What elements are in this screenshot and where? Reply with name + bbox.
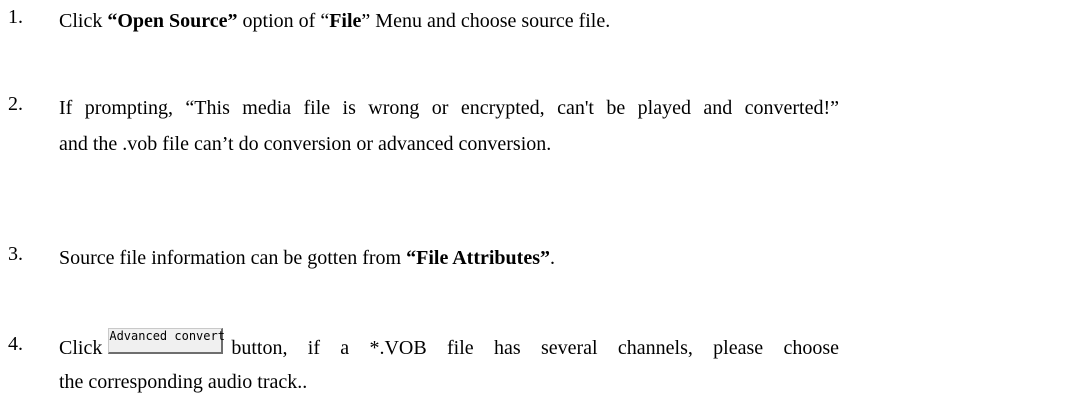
click-word: Click: [59, 337, 103, 359]
step-text: Source file information can be gotten fr…: [59, 243, 839, 273]
step-text: Click “Open Source” option of “File” Men…: [59, 6, 839, 36]
text-fragment: ClickAdvanced convert: [59, 328, 229, 363]
step-line: Source file information can be gotten fr…: [59, 243, 839, 273]
step-line: If prompting, “This media file is wrong …: [59, 97, 839, 119]
step-line: and the .vob file can’t do conversion or…: [59, 133, 552, 155]
step-line: Click “Open Source” option of “File” Men…: [59, 6, 839, 36]
text-fragment: option of “: [237, 10, 330, 32]
step-number: 2.: [8, 93, 23, 115]
bold-text: “File Attributes”: [406, 247, 550, 269]
step-line: the corresponding audio track..: [59, 371, 308, 393]
step-number: 4.: [8, 333, 23, 355]
step-number: 3.: [8, 243, 23, 265]
text-fragment: Source file information can be gotten fr…: [59, 247, 407, 269]
step-text: ClickAdvanced convert button, if a *.VOB…: [59, 328, 839, 397]
step-line: ClickAdvanced convert button, if a *.VOB…: [59, 328, 839, 363]
advanced-convert-button[interactable]: Advanced convert: [108, 328, 225, 355]
bold-text: File: [329, 10, 362, 32]
text-fragment: ” Menu and choose source file.: [361, 10, 611, 32]
text-fragment: .: [549, 247, 555, 269]
text-fragment: Click: [59, 10, 108, 32]
step-text: If prompting, “This media file is wrong …: [59, 93, 839, 159]
bold-text: “Open Source”: [107, 10, 238, 32]
step-number: 1.: [8, 6, 23, 28]
text-fragment: button, if a *.VOB file has several chan…: [231, 337, 839, 359]
